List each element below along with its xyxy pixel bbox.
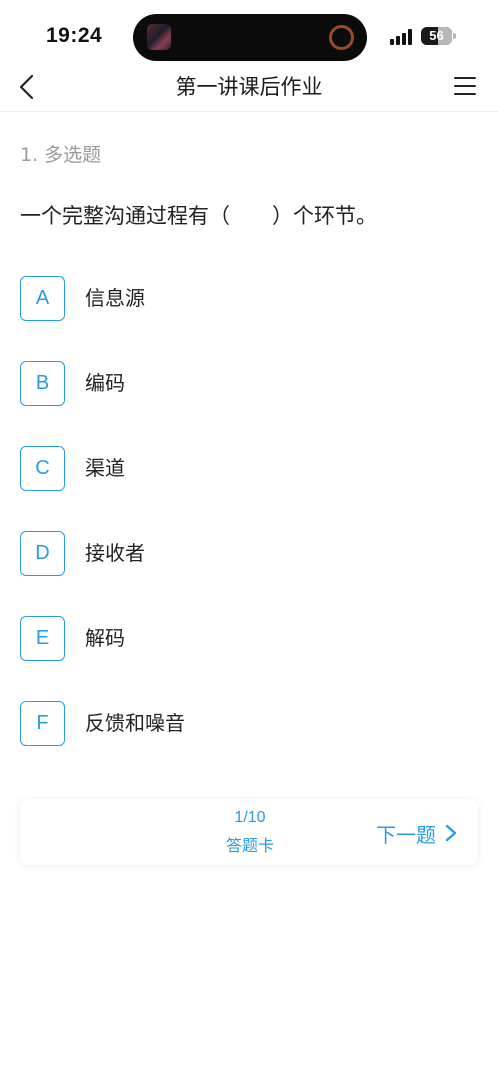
option-text[interactable]: 解码 <box>85 622 125 651</box>
option-letter-box[interactable]: F <box>20 701 65 746</box>
next-question-label[interactable]: 下一题 <box>376 819 436 848</box>
activity-ring-icon <box>329 25 354 50</box>
option-text[interactable]: 反馈和噪音 <box>85 707 185 736</box>
option-b[interactable]: B 编码 <box>20 361 480 407</box>
option-a[interactable]: A 信息源 <box>20 276 480 322</box>
option-e[interactable]: E 解码 <box>20 616 480 662</box>
option-text[interactable]: 编码 <box>85 367 125 396</box>
status-time: 19:24 <box>46 24 103 47</box>
page-title: 第一讲课后作业 <box>175 75 323 99</box>
battery-cap <box>453 33 456 39</box>
status-bar: 19:24 56 <box>0 0 498 62</box>
next-question-button[interactable]: 下一题 <box>376 819 466 847</box>
question-type: 1. 多选题 <box>20 144 102 166</box>
option-d[interactable]: D 接收者 <box>20 531 480 577</box>
question-progress[interactable]: 1/10 <box>200 809 300 827</box>
option-f[interactable]: F 反馈和噪音 <box>20 701 480 747</box>
option-letter-box[interactable]: E <box>20 616 65 661</box>
option-text[interactable]: 渠道 <box>85 452 125 481</box>
footer-card: 1/10 答题卡 下一题 <box>20 799 478 865</box>
nav-bar: 第一讲课后作业 <box>0 62 498 112</box>
option-c[interactable]: C 渠道 <box>20 446 480 492</box>
dynamic-island[interactable] <box>133 14 367 61</box>
option-text[interactable]: 接收者 <box>85 537 145 566</box>
option-text[interactable]: 信息源 <box>85 282 145 311</box>
back-button[interactable] <box>12 68 46 106</box>
answer-card-button[interactable]: 答题卡 <box>200 832 300 856</box>
battery-percent: 56 <box>429 28 444 43</box>
battery-icon: 56 <box>421 27 452 45</box>
chevron-left-icon <box>19 74 34 100</box>
option-letter-box[interactable]: A <box>20 276 65 321</box>
hamburger-menu-icon <box>454 77 476 79</box>
question-text: 一个完整沟通过程有（ ）个环节。 <box>20 204 377 228</box>
cellular-signal-icon <box>390 29 414 45</box>
chevron-right-icon[interactable] <box>444 823 458 843</box>
option-letter-box[interactable]: B <box>20 361 65 406</box>
option-letter-box[interactable]: D <box>20 531 65 576</box>
option-letter-box[interactable]: C <box>20 446 65 491</box>
now-playing-artwork <box>147 24 171 50</box>
menu-button[interactable] <box>452 74 478 98</box>
